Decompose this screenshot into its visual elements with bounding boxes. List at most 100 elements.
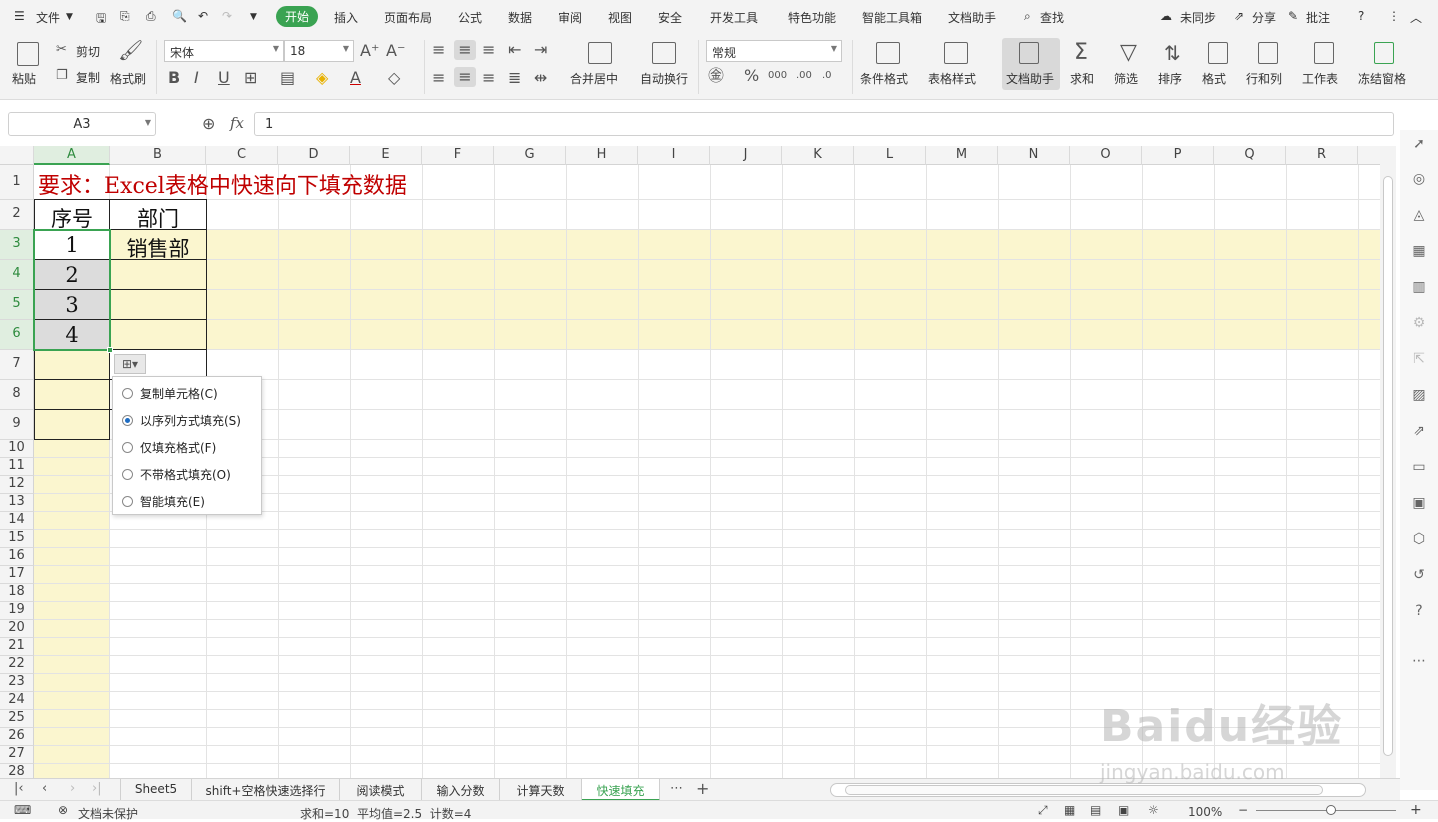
- col-header-h[interactable]: H: [566, 146, 638, 165]
- col-header-n[interactable]: N: [998, 146, 1070, 165]
- format-painter-icon[interactable]: 🖌: [118, 40, 143, 60]
- eye-protect-icon[interactable]: ☼: [1148, 803, 1159, 817]
- sheet-tab[interactable]: 阅读模式: [340, 779, 422, 801]
- fill-handle[interactable]: [107, 347, 113, 353]
- clear-format-icon[interactable]: ◇: [388, 70, 400, 86]
- format-painter-button[interactable]: 格式刷: [110, 70, 146, 87]
- tab-formula[interactable]: 公式: [458, 9, 482, 26]
- cell-b2[interactable]: 部门: [110, 203, 206, 233]
- align-right-icon[interactable]: ≡: [482, 70, 495, 86]
- sum-button[interactable]: 求和: [1070, 70, 1094, 87]
- annotate-icon[interactable]: ✎: [1288, 9, 1298, 23]
- row-header[interactable]: 22: [0, 656, 34, 674]
- copy-icon[interactable]: ❐: [56, 68, 68, 84]
- indent-decrease-icon[interactable]: ⇤: [508, 42, 521, 58]
- row-header[interactable]: 1: [0, 165, 34, 200]
- table-style-button[interactable]: 表格样式: [928, 70, 976, 87]
- row-header[interactable]: 2: [0, 200, 34, 230]
- export-side-icon[interactable]: ⇱: [1410, 350, 1428, 368]
- freeze-icon[interactable]: [1374, 42, 1394, 64]
- worksheet-icon[interactable]: [1314, 42, 1334, 64]
- row-header[interactable]: 28: [0, 764, 34, 778]
- print-icon[interactable]: ⎙: [146, 9, 156, 24]
- search-icon[interactable]: ⌕: [1024, 9, 1031, 24]
- gallery-icon[interactable]: ▨: [1410, 386, 1428, 404]
- row-header[interactable]: 24: [0, 692, 34, 710]
- share-side-icon[interactable]: ⇗: [1410, 422, 1428, 440]
- filter-icon[interactable]: ▽: [1120, 42, 1137, 64]
- align-bottom-icon[interactable]: ≡: [482, 42, 495, 58]
- merge-center-button[interactable]: 合并居中: [570, 70, 618, 87]
- format-button[interactable]: 格式: [1202, 70, 1226, 87]
- col-header-i[interactable]: I: [638, 146, 710, 165]
- cut-icon[interactable]: ✂: [56, 42, 67, 58]
- share-icon[interactable]: ⇗: [1234, 9, 1244, 23]
- format-icon[interactable]: [1208, 42, 1228, 64]
- row-header[interactable]: 16: [0, 548, 34, 566]
- chevron-down-icon[interactable]: ▼: [145, 118, 151, 127]
- settings-icon[interactable]: ⚙: [1410, 314, 1428, 332]
- zoom-slider-knob[interactable]: [1326, 805, 1336, 815]
- sync-status[interactable]: 未同步: [1180, 9, 1216, 26]
- shapes-icon[interactable]: ◎: [1410, 170, 1428, 188]
- col-header-d[interactable]: D: [278, 146, 350, 165]
- auto-wrap-icon[interactable]: [652, 42, 676, 64]
- row-header[interactable]: 20: [0, 620, 34, 638]
- fill-option-copy-cells[interactable]: 复制单元格(C): [122, 385, 218, 403]
- auto-wrap-button[interactable]: 自动换行: [640, 70, 688, 87]
- chevron-down-icon[interactable]: ▼: [66, 12, 73, 22]
- col-header-j[interactable]: J: [710, 146, 782, 165]
- col-header-m[interactable]: M: [926, 146, 998, 165]
- sheet-tab[interactable]: 计算天数: [500, 779, 582, 801]
- share-button[interactable]: 分享: [1252, 9, 1276, 26]
- row-header[interactable]: 14: [0, 512, 34, 530]
- tab-security[interactable]: 安全: [658, 9, 682, 26]
- add-sheet-icon[interactable]: +: [696, 779, 709, 798]
- export-icon[interactable]: ⎘: [120, 9, 130, 24]
- fill-color-icon[interactable]: ◈: [316, 70, 328, 86]
- fill-pattern-icon[interactable]: ▤: [280, 70, 295, 86]
- row-col-icon[interactable]: [1258, 42, 1278, 64]
- row-header[interactable]: 27: [0, 746, 34, 764]
- increase-font-icon[interactable]: A⁺: [360, 43, 379, 59]
- align-center-icon[interactable]: ≡: [454, 67, 476, 87]
- zoom-in-icon[interactable]: +: [1410, 802, 1422, 818]
- fullscreen-icon[interactable]: ⤢: [1038, 803, 1048, 818]
- row-header[interactable]: 10: [0, 440, 34, 458]
- formula-input[interactable]: 1: [254, 112, 1394, 136]
- search-label[interactable]: 查找: [1040, 9, 1064, 26]
- collapse-ribbon-icon[interactable]: ︿: [1410, 9, 1422, 26]
- sheet-tab[interactable]: shift+空格快速选择行: [192, 779, 340, 801]
- number-format-select[interactable]: 常规 ▼: [706, 40, 842, 62]
- normal-view-icon[interactable]: ▦: [1064, 803, 1075, 817]
- row-header[interactable]: 5: [0, 290, 34, 320]
- row-header[interactable]: 7: [0, 350, 34, 380]
- more-horizontal-icon[interactable]: ⋯: [1410, 652, 1428, 670]
- row-header[interactable]: 8: [0, 380, 34, 410]
- undo-icon[interactable]: ↶: [198, 9, 208, 23]
- col-header-e[interactable]: E: [350, 146, 422, 165]
- style-icon[interactable]: ◬: [1410, 206, 1428, 224]
- thousands-icon[interactable]: 000: [768, 68, 787, 84]
- fill-option-series[interactable]: 以序列方式填充(S): [122, 412, 241, 430]
- help-icon[interactable]: ?: [1358, 9, 1364, 23]
- paste-icon[interactable]: [17, 42, 39, 66]
- cut-button[interactable]: 剪切: [76, 43, 100, 60]
- worksheet-button[interactable]: 工作表: [1302, 70, 1338, 87]
- percent-icon[interactable]: %: [744, 68, 759, 84]
- row-header[interactable]: 12: [0, 476, 34, 494]
- last-sheet-icon[interactable]: ›|: [92, 781, 102, 796]
- first-sheet-icon[interactable]: |‹: [14, 781, 24, 796]
- decrease-decimal-icon[interactable]: .0: [822, 68, 832, 84]
- zoom-out-icon[interactable]: −: [1238, 803, 1248, 817]
- protect-icon[interactable]: ⊗: [58, 803, 68, 817]
- increase-decimal-icon[interactable]: .00: [796, 68, 812, 84]
- conditional-format-button[interactable]: 条件格式: [860, 70, 908, 87]
- annotate-button[interactable]: 批注: [1306, 9, 1330, 26]
- archive-icon[interactable]: ▭: [1410, 458, 1428, 476]
- menu-file[interactable]: 文件: [36, 9, 60, 26]
- row-header[interactable]: 11: [0, 458, 34, 476]
- align-left-icon[interactable]: ≡: [432, 70, 445, 86]
- italic-icon[interactable]: I: [194, 70, 199, 86]
- sheet-title[interactable]: 要求：Excel表格中快速向下填充数据: [38, 168, 407, 200]
